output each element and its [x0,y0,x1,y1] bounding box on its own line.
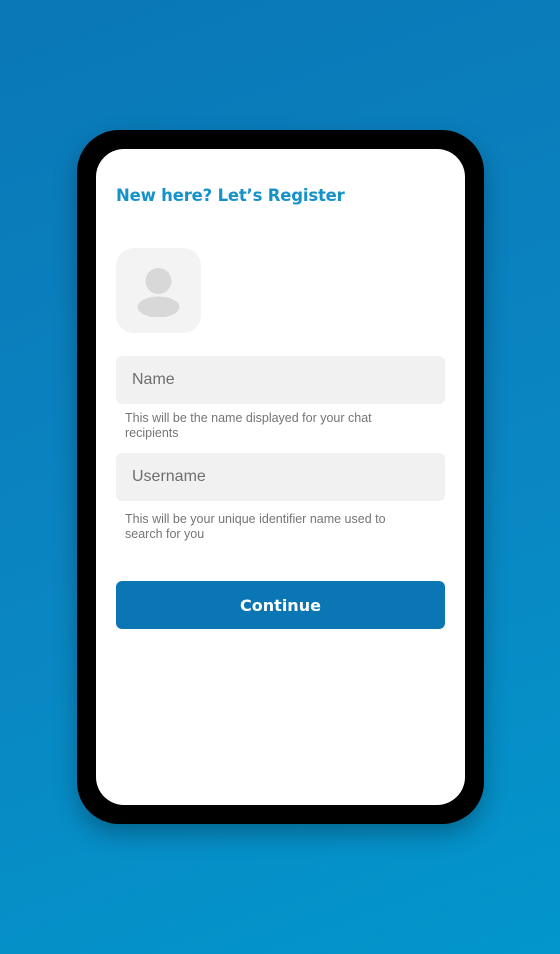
phone-frame: New here? Let’s Register This will be th… [77,130,484,824]
user-placeholder-icon [137,268,180,317]
name-helper-text: This will be the name displayed for your… [125,411,372,440]
avatar-picker-button[interactable] [116,248,201,333]
username-input[interactable] [116,453,445,501]
continue-button[interactable]: Continue [116,581,445,629]
name-input[interactable] [116,356,445,404]
register-screen: New here? Let’s Register This will be th… [96,149,465,805]
page-title: New here? Let’s Register [116,186,345,205]
username-helper-text: This will be your unique identifier name… [125,512,386,541]
